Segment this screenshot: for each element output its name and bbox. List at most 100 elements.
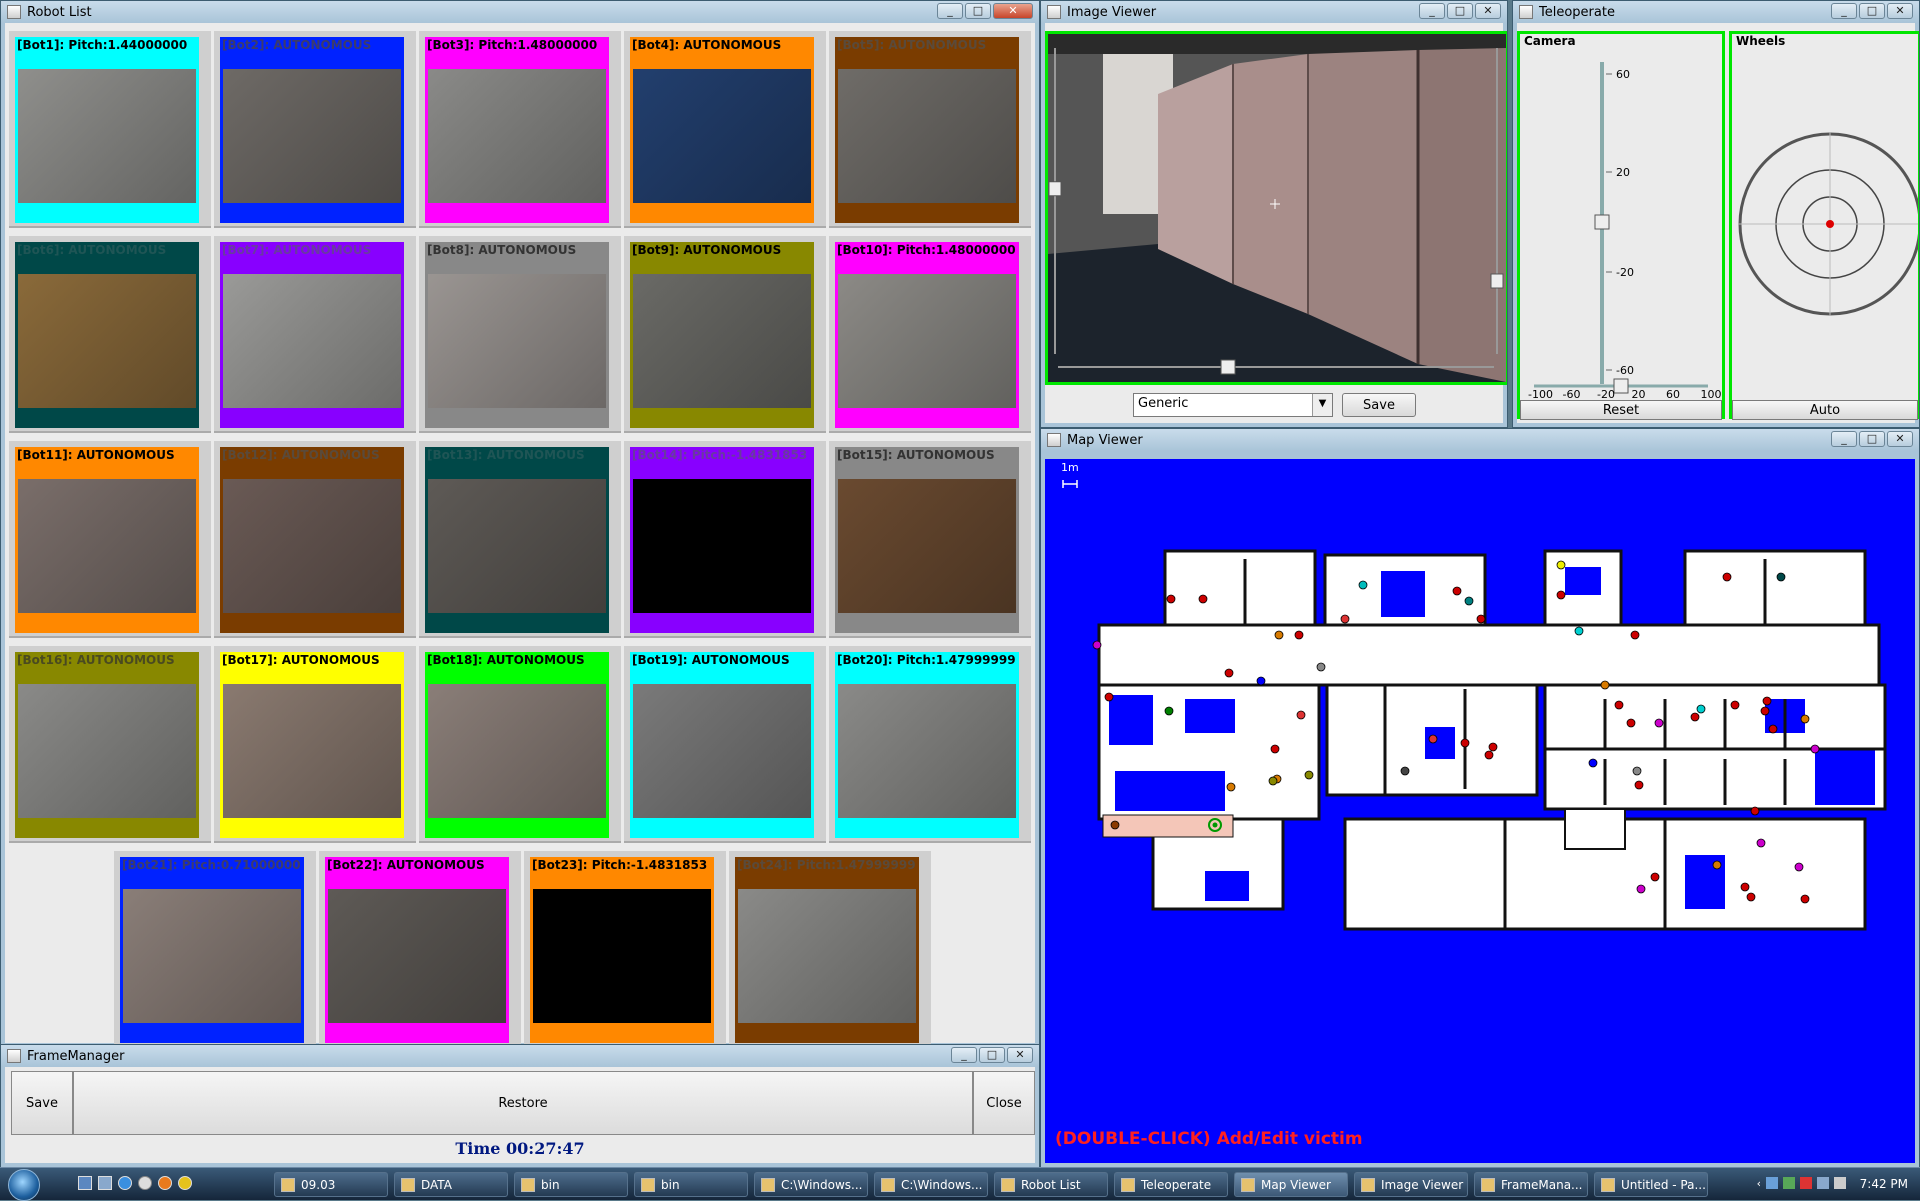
close-button[interactable]: Close — [973, 1071, 1035, 1135]
victim-marker[interactable] — [1776, 572, 1786, 582]
victim-marker[interactable] — [1690, 712, 1700, 722]
victim-marker[interactable] — [1626, 718, 1636, 728]
robot-camera-image[interactable] — [428, 69, 606, 203]
minimize-button[interactable]: _ — [1831, 431, 1857, 447]
robot-camera-image[interactable] — [18, 684, 196, 818]
victim-marker[interactable] — [1756, 838, 1766, 848]
robot-camera-image[interactable] — [633, 274, 811, 408]
victim-marker[interactable] — [1556, 590, 1566, 600]
robot-tile[interactable]: [Bot14]: Pitch:-1.4831853 — [624, 441, 826, 638]
robot-tile[interactable]: [Bot7]: AUTONOMOUS — [214, 236, 416, 433]
victim-marker[interactable] — [1630, 630, 1640, 640]
taskbar-button[interactable]: Image Viewer — [1354, 1172, 1468, 1197]
reset-button[interactable]: Reset — [1520, 400, 1722, 420]
vertical-slider-thumb[interactable] — [1048, 181, 1062, 197]
display-icon[interactable] — [1817, 1177, 1829, 1189]
victim-marker[interactable] — [1316, 662, 1326, 672]
maximize-button[interactable]: □ — [1447, 3, 1473, 19]
robot-tile[interactable]: [Bot15]: AUTONOMOUS — [829, 441, 1031, 638]
victim-marker[interactable] — [1760, 706, 1770, 716]
chevron-down-icon[interactable]: ▼ — [1312, 394, 1332, 416]
minimize-button[interactable]: _ — [1831, 3, 1857, 19]
robot-camera-image[interactable] — [123, 889, 301, 1023]
robot-tile[interactable]: [Bot4]: AUTONOMOUS — [624, 31, 826, 228]
joystick-handle[interactable] — [1826, 220, 1834, 228]
robot-camera-image[interactable] — [223, 479, 401, 613]
victim-marker[interactable] — [1722, 572, 1732, 582]
robot-camera-image[interactable] — [18, 69, 196, 203]
victim-marker[interactable] — [1588, 758, 1598, 768]
robot-tile[interactable]: [Bot21]: Pitch:0.71000000 — [114, 851, 316, 1047]
robot-tile[interactable]: [Bot3]: Pitch:1.48000000 — [419, 31, 621, 228]
save-button[interactable]: Save — [11, 1071, 73, 1135]
victim-marker[interactable] — [1104, 692, 1114, 702]
clock[interactable]: 7:42 PM — [1860, 1177, 1908, 1191]
gmail-icon[interactable] — [1800, 1177, 1812, 1189]
robot-camera-image[interactable] — [838, 479, 1016, 613]
robot-camera-image[interactable] — [18, 274, 196, 408]
robot-tile[interactable]: [Bot22]: AUTONOMOUS — [319, 851, 521, 1047]
victim-marker[interactable] — [1574, 626, 1584, 636]
victim-marker[interactable] — [1164, 706, 1174, 716]
victim-marker[interactable] — [1794, 862, 1804, 872]
victim-marker[interactable] — [1800, 894, 1810, 904]
victim-marker[interactable] — [1768, 724, 1778, 734]
victim-marker[interactable] — [1632, 766, 1642, 776]
robot-tile[interactable]: [Bot23]: Pitch:-1.4831853 — [524, 851, 726, 1047]
victim-marker[interactable] — [1730, 700, 1740, 710]
robot-camera-image[interactable] — [428, 684, 606, 818]
close-window-button[interactable]: ✕ — [1887, 431, 1913, 447]
victim-marker[interactable] — [1358, 580, 1368, 590]
victim-marker[interactable] — [1488, 742, 1498, 752]
wheels-joystick[interactable] — [1732, 54, 1918, 354]
victim-marker[interactable] — [1452, 586, 1462, 596]
robot-camera-image[interactable] — [223, 274, 401, 408]
tray-expand-icon[interactable]: ‹ — [1757, 1177, 1761, 1190]
camera-image[interactable] — [1048, 34, 1506, 382]
victim-marker[interactable] — [1614, 700, 1624, 710]
tilt-slider-thumb[interactable] — [1594, 214, 1610, 230]
tray-app-icon[interactable] — [1783, 1177, 1795, 1189]
robot-camera-image[interactable] — [838, 274, 1016, 408]
taskbar-button[interactable]: DATA — [394, 1172, 508, 1197]
frame-manager-titlebar[interactable]: FrameManager _ □ ✕ — [1, 1045, 1039, 1067]
close-window-button[interactable]: ✕ — [1887, 3, 1913, 19]
map-canvas[interactable] — [1045, 459, 1917, 1165]
robot-tile[interactable]: [Bot24]: Pitch:1.47999999 — [729, 851, 931, 1047]
right-slider-thumb[interactable] — [1490, 273, 1504, 289]
victim-marker[interactable] — [1476, 614, 1486, 624]
map-viewer-titlebar[interactable]: Map Viewer _ □ ✕ — [1041, 429, 1919, 451]
internet-explorer-icon[interactable] — [118, 1176, 132, 1190]
victim-marker[interactable] — [1650, 872, 1660, 882]
minimize-button[interactable]: _ — [951, 1047, 977, 1063]
victim-marker[interactable] — [1636, 884, 1646, 894]
victim-marker[interactable] — [1634, 780, 1644, 790]
network-icon[interactable] — [1766, 1177, 1778, 1189]
victim-marker[interactable] — [1198, 594, 1208, 604]
victim-marker[interactable] — [1654, 718, 1664, 728]
victim-marker[interactable] — [1092, 640, 1102, 650]
taskbar-button[interactable]: bin — [634, 1172, 748, 1197]
show-desktop-icon[interactable] — [78, 1176, 92, 1190]
maximize-button[interactable]: □ — [1859, 3, 1885, 19]
victim-marker[interactable] — [1746, 892, 1756, 902]
victim-marker[interactable] — [1460, 738, 1470, 748]
victim-marker[interactable] — [1556, 560, 1566, 570]
robot-camera-image[interactable] — [838, 69, 1016, 203]
victim-marker[interactable] — [1810, 744, 1820, 754]
robot-camera-image[interactable] — [533, 889, 711, 1023]
teleoperate-titlebar[interactable]: Teleoperate _ □ ✕ — [1513, 1, 1919, 23]
taskbar-button[interactable]: Teleoperate — [1114, 1172, 1228, 1197]
maximize-button[interactable]: □ — [1859, 431, 1885, 447]
close-window-button[interactable]: ✕ — [1475, 3, 1501, 19]
robot-camera-image[interactable] — [328, 889, 506, 1023]
switch-windows-icon[interactable] — [98, 1176, 112, 1190]
horizontal-slider-thumb[interactable] — [1220, 359, 1236, 375]
victim-marker[interactable] — [1428, 734, 1438, 744]
robot-tile[interactable]: [Bot5]: AUTONOMOUS — [829, 31, 1031, 228]
chrome-icon[interactable] — [178, 1176, 192, 1190]
minimize-button[interactable]: _ — [1419, 3, 1445, 19]
robot-camera-image[interactable] — [633, 69, 811, 203]
minimize-button[interactable]: _ — [937, 3, 963, 19]
robot-tile[interactable]: [Bot2]: AUTONOMOUS — [214, 31, 416, 228]
